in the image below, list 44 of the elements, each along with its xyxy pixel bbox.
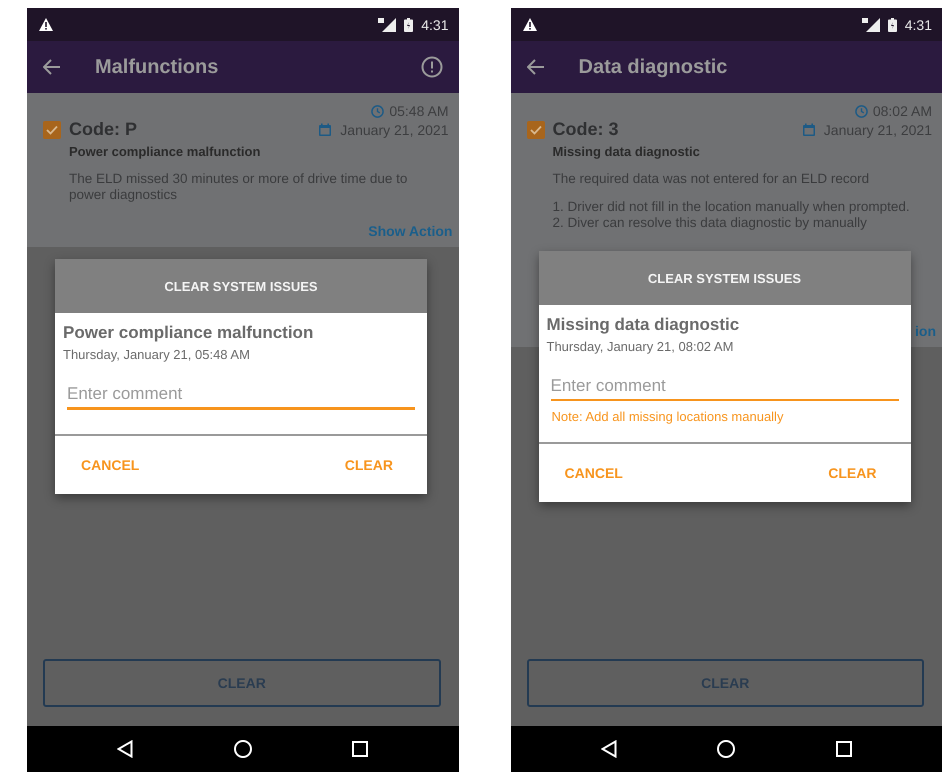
issue-name: Power compliance malfunction	[69, 144, 262, 159]
confirm-button[interactable]: CLEAR	[818, 459, 886, 487]
screen-title: Data diagnostic	[578, 56, 728, 78]
screen-title: Malfunctions	[95, 56, 220, 78]
issue-code: Code: P	[69, 119, 138, 140]
warning-icon	[522, 18, 536, 31]
status-time: 4:31	[904, 16, 932, 32]
home-icon[interactable]	[717, 740, 736, 758]
info-icon[interactable]	[420, 56, 442, 78]
dialog-note: Note: Add all missing locations manually	[552, 409, 784, 424]
calendar-icon	[318, 122, 332, 136]
back-arrow-icon[interactable]	[526, 59, 544, 75]
cancel-button[interactable]: CANCEL	[554, 459, 633, 487]
issue-checkbox[interactable]	[526, 120, 544, 138]
issue-name: Missing data diagnostic	[552, 144, 701, 159]
battery-icon	[404, 18, 414, 32]
dialog-timestamp: Thursday, January 21, 05:48 AM	[63, 347, 251, 362]
issue-checkbox[interactable]	[43, 120, 61, 138]
back-icon[interactable]	[117, 740, 134, 758]
dialog-timestamp: Thursday, January 21, 08:02 AM	[546, 339, 734, 354]
show-action-link[interactable]: ion	[915, 323, 936, 339]
battery-icon	[888, 18, 897, 32]
back-arrow-icon[interactable]	[43, 59, 61, 75]
issue-code: Code: 3	[552, 119, 620, 140]
signal-icon	[378, 18, 396, 32]
calendar-icon	[802, 122, 816, 136]
clock-icon	[854, 104, 868, 118]
signal-icon	[862, 18, 880, 32]
show-action-link[interactable]: Show Action	[368, 223, 452, 239]
dialog-title: CLEAR SYSTEM ISSUES	[538, 251, 910, 305]
recents-icon[interactable]	[836, 741, 852, 757]
confirm-button[interactable]: CLEAR	[334, 451, 403, 479]
back-icon[interactable]	[600, 740, 617, 758]
home-icon[interactable]	[234, 740, 252, 758]
dialog-issue-name: Power compliance malfunction	[63, 323, 314, 343]
warning-icon	[39, 18, 53, 31]
recents-icon[interactable]	[352, 741, 368, 757]
check-icon	[530, 124, 542, 134]
dialog-title: CLEAR SYSTEM ISSUES	[55, 259, 427, 313]
check-icon	[46, 124, 58, 134]
cancel-button[interactable]: CANCEL	[71, 451, 150, 479]
dialog-issue-name: Missing data diagnostic	[546, 315, 740, 335]
clock-icon	[371, 104, 384, 118]
status-time: 4:31	[421, 16, 448, 32]
